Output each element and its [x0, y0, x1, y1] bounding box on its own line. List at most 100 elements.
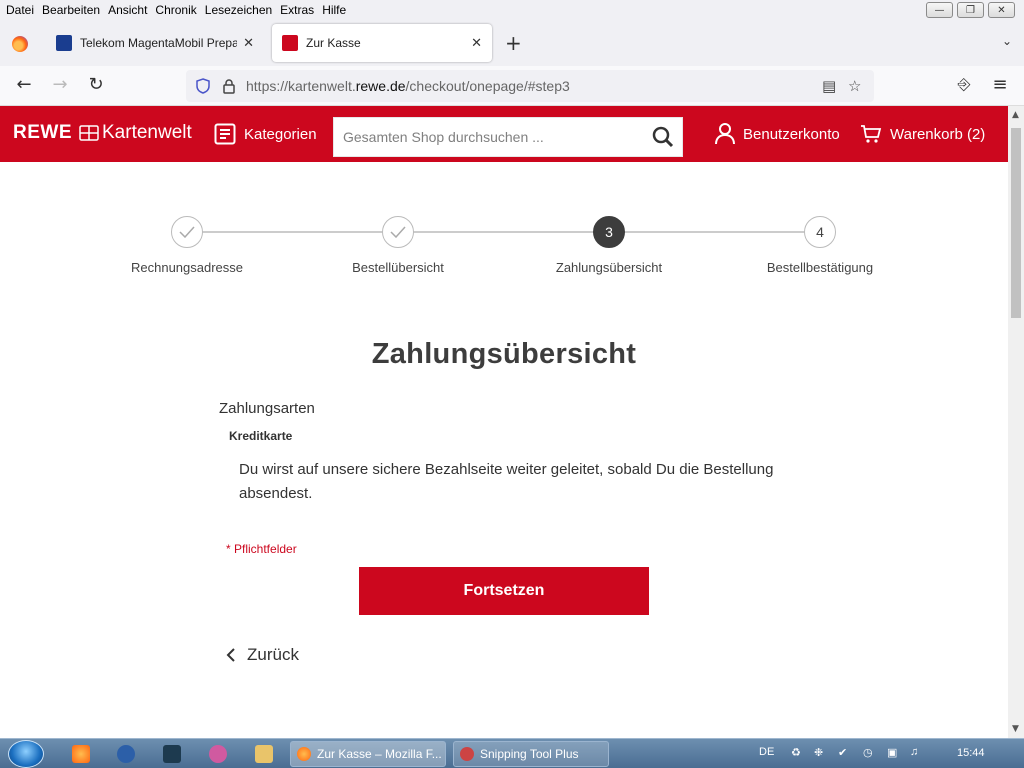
forward-arrow-icon[interactable]: → — [48, 74, 72, 95]
window-controls: — ❐ ✕ — [926, 2, 1015, 18]
firefox-taskbar-icon[interactable] — [72, 745, 90, 763]
rewe-favicon-icon — [282, 35, 298, 51]
firefox-view-icon[interactable] — [12, 36, 28, 52]
tab-strip: Telekom MagentaMobil Prepaid ✕ Zur Kasse… — [0, 20, 1024, 66]
step-zahlungsuebersicht: 3 Zahlungsübersicht — [529, 216, 689, 275]
menu-bearbeiten[interactable]: Bearbeiten — [42, 3, 100, 17]
tab-telekom[interactable]: Telekom MagentaMobil Prepaid ✕ — [46, 24, 264, 62]
rewe-kartenwelt-logo[interactable]: REWE Kartenwelt — [13, 122, 192, 144]
cat-app-taskbar-icon[interactable] — [209, 745, 227, 763]
tray-clock-icon[interactable]: ◷ — [863, 746, 873, 759]
url-suffix: /checkout/onepage/#step3 — [405, 78, 570, 94]
start-button[interactable] — [8, 740, 44, 768]
tray-sync-icon[interactable]: ♻ — [791, 746, 801, 759]
step-bestelluebersicht: Bestellübersicht — [318, 216, 478, 275]
hamburger-menu-icon[interactable]: ≡ — [988, 74, 1012, 95]
scroll-up-icon[interactable]: ▲ — [1012, 110, 1019, 120]
search-input[interactable] — [334, 118, 634, 156]
task-label: Snipping Tool Plus — [480, 747, 579, 761]
shield-icon[interactable] — [196, 78, 210, 94]
step-label: Zahlungsübersicht — [555, 260, 663, 275]
payment-methods-heading: Zahlungsarten — [219, 400, 315, 417]
chevron-left-icon — [226, 648, 235, 662]
checkout-content: Rechnungsadresse Bestellübersicht 3 Zahl… — [0, 162, 1008, 738]
taskbar-snipping-tool[interactable]: Snipping Tool Plus — [453, 741, 609, 767]
menu-chronik[interactable]: Chronik — [155, 3, 196, 17]
shopping-cart-icon — [861, 125, 882, 143]
search-box — [333, 117, 683, 157]
step-label: Bestellbestätigung — [766, 260, 874, 275]
cart-button[interactable]: Warenkorb (2) — [860, 106, 985, 162]
site-header: REWE Kartenwelt Kategorien Benutzerkonto… — [0, 106, 1008, 162]
user-icon — [715, 123, 735, 145]
scroll-down-icon[interactable]: ▼ — [1012, 724, 1019, 734]
url-domain: rewe.de — [355, 78, 406, 94]
tray-network-icon[interactable]: ▣ — [887, 746, 897, 759]
tab-zur-kasse[interactable]: Zur Kasse ✕ — [272, 24, 492, 62]
tray-app-icon[interactable]: ❉ — [814, 746, 823, 759]
step-rechnungsadresse: Rechnungsadresse — [107, 216, 267, 275]
chevron-down-icon[interactable]: ⌄ — [1002, 34, 1012, 48]
volume-icon[interactable]: ♫ — [910, 746, 918, 758]
checkmark-icon — [382, 216, 414, 248]
back-arrow-icon[interactable]: ← — [12, 74, 36, 95]
close-window-icon[interactable]: ✕ — [988, 2, 1015, 18]
tab-title: Telekom MagentaMobil Prepaid — [80, 36, 238, 50]
new-tab-icon[interactable]: + — [505, 31, 522, 55]
restore-icon[interactable]: ❐ — [957, 2, 984, 18]
terminal-taskbar-icon[interactable] — [163, 745, 181, 763]
account-button[interactable]: Benutzerkonto — [715, 106, 840, 162]
reader-view-icon[interactable]: ▤ — [822, 77, 836, 95]
url-bar[interactable]: https://kartenwelt.rewe.de/checkout/onep… — [186, 70, 874, 102]
telekom-favicon-icon — [56, 35, 72, 51]
menu-extras[interactable]: Extras — [280, 3, 314, 17]
snipping-tool-icon — [460, 747, 474, 761]
taskbar-clock[interactable]: 15:44 — [957, 747, 985, 759]
tab-title: Zur Kasse — [306, 36, 361, 50]
taskbar-firefox-window[interactable]: Zur Kasse – Mozilla F... — [290, 741, 446, 767]
url-text[interactable]: https://kartenwelt.rewe.de/checkout/onep… — [246, 78, 570, 94]
continue-button[interactable]: Fortsetzen — [359, 567, 649, 615]
app-taskbar-icon[interactable] — [117, 745, 135, 763]
categories-label: Kategorien — [244, 125, 317, 143]
scroll-thumb[interactable] — [1011, 128, 1021, 318]
back-link[interactable]: Zurück — [225, 645, 299, 665]
step-bestellbestaetigung: 4 Bestellbestätigung — [740, 216, 900, 275]
step-number: 3 — [593, 216, 625, 248]
step-label: Rechnungsadresse — [130, 260, 244, 275]
required-fields-note: * Pflichtfelder — [226, 542, 297, 556]
reload-icon[interactable]: ↻ — [84, 74, 108, 95]
extensions-icon[interactable]: ⎆ — [952, 74, 976, 94]
tray-security-icon[interactable]: ✔ — [838, 746, 847, 759]
step-number: 4 — [804, 216, 836, 248]
categories-button[interactable]: Kategorien — [214, 106, 317, 162]
menu-bar: Datei Bearbeiten Ansicht Chronik Lesezei… — [0, 0, 1024, 20]
menu-lesezeichen[interactable]: Lesezeichen — [205, 3, 272, 17]
menu-hilfe[interactable]: Hilfe — [322, 3, 346, 17]
logo-name: Kartenwelt — [102, 122, 192, 143]
back-label: Zurück — [247, 645, 299, 664]
close-tab-icon[interactable]: ✕ — [243, 35, 254, 51]
categories-icon — [214, 123, 236, 145]
minimize-icon[interactable]: — — [926, 2, 953, 18]
menu-ansicht[interactable]: Ansicht — [108, 3, 147, 17]
folder-taskbar-icon[interactable] — [255, 745, 273, 763]
payment-method-label: Kreditkarte — [229, 429, 293, 443]
page-scrollbar[interactable]: ▲ ▼ — [1008, 106, 1024, 738]
task-label: Zur Kasse – Mozilla F... — [317, 747, 442, 761]
stepper-line — [186, 231, 820, 233]
cart-label: Warenkorb (2) — [890, 125, 986, 143]
search-icon[interactable] — [652, 126, 674, 148]
firefox-icon — [297, 747, 311, 761]
checkmark-icon — [171, 216, 203, 248]
menu-datei[interactable]: Datei — [6, 3, 34, 17]
close-tab-icon[interactable]: ✕ — [471, 35, 482, 51]
windows-taskbar: Zur Kasse – Mozilla F... Snipping Tool P… — [0, 738, 1024, 768]
lock-icon[interactable] — [222, 78, 236, 94]
gift-card-icon — [79, 125, 99, 141]
bookmark-star-icon[interactable]: ☆ — [848, 77, 861, 95]
language-indicator[interactable]: DE — [759, 746, 774, 758]
logo-brand: REWE — [13, 122, 72, 143]
page-title: Zahlungsübersicht — [371, 338, 637, 370]
step-label: Bestellübersicht — [352, 260, 444, 275]
